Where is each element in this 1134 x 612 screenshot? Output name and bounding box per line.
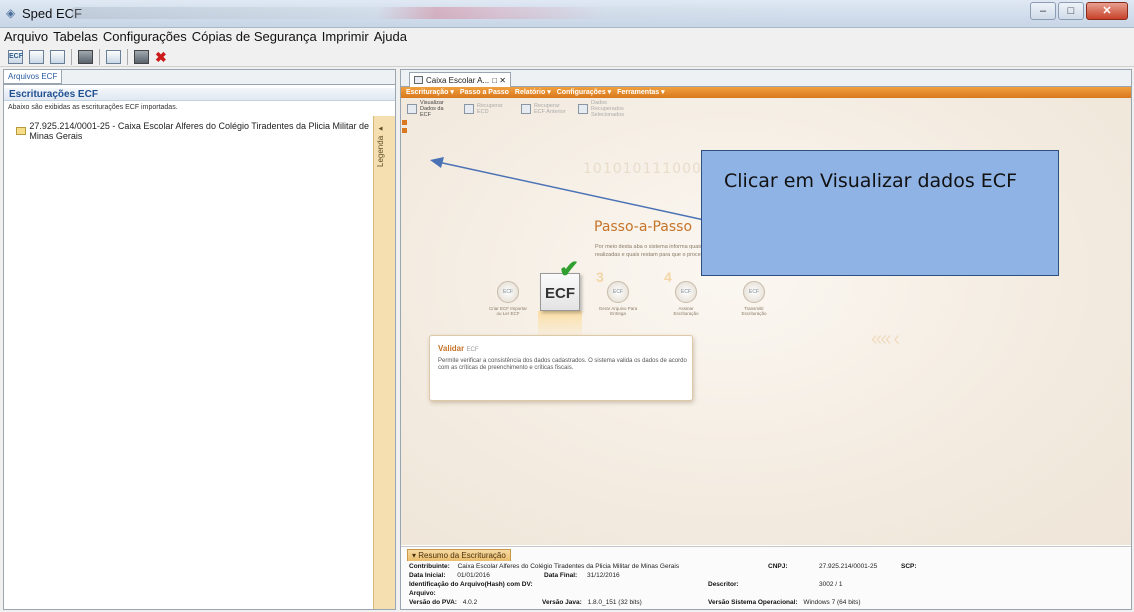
ecf-export-icon[interactable] [50, 49, 65, 64]
menu-imprimir[interactable]: Imprimir [322, 28, 369, 46]
maximize-button[interactable]: □ [1058, 2, 1084, 20]
menu-escrituracao[interactable]: Escrituração ▾ [406, 87, 454, 98]
resumo-escrituracao: ▾ Resumo da Escrituração Contribuinte: C… [401, 546, 1131, 609]
recover-ecd-icon [464, 104, 474, 114]
close-icon[interactable]: ✖ [155, 50, 167, 64]
document-icon [414, 76, 423, 84]
data-final-row: Data Final: 31/12/2016 [544, 572, 620, 579]
recuperar-ecf-anterior-button[interactable]: Recuperar ECF Anterior [521, 103, 568, 115]
transmit-icon: ECF [743, 281, 765, 303]
cnpj-row: CNPJ: [768, 563, 788, 570]
ecf-new-icon[interactable]: ECF [8, 49, 23, 64]
step-assinar[interactable]: 4 ECF Assinar Escrituração [664, 269, 706, 316]
edit-icon[interactable] [106, 49, 121, 64]
menu-relatorio[interactable]: Relatório ▾ [515, 87, 551, 98]
section-subtitle: Abaixo são exibidas as escriturações ECF… [8, 104, 178, 111]
view-data-icon [407, 104, 417, 114]
callout-box: Clicar em Visualizar dados ECF [701, 150, 1059, 276]
toolbar-separator [71, 48, 72, 65]
menu-configuracoes[interactable]: Configurações [103, 28, 187, 46]
blurred-taskbar-region [72, 7, 832, 19]
callout-text: Clicar em Visualizar dados ECF [724, 170, 1017, 192]
menu-configuracoes-rp[interactable]: Configurações ▾ [557, 87, 611, 98]
validar-description: Permite verificar a consistência dos dad… [438, 358, 687, 371]
versao-so-row: Versão Sistema Operacional: Windows 7 (6… [708, 599, 861, 606]
data-inicial-row: Data Inicial: 01/01/2016 [409, 572, 490, 579]
passo-a-passo-title: Passo-a-Passo [594, 219, 693, 235]
main-toolbar: ECF ✖ [0, 47, 1134, 67]
menu-tabelas[interactable]: Tabelas [53, 28, 98, 46]
window-controls: – □ ✕ [1030, 2, 1128, 20]
left-panel: Arquivos ECF Escriturações ECF Abaixo sã… [3, 69, 396, 610]
hash-row: Identificação do Arquivo(Hash) com DV: [409, 581, 533, 588]
toolbar-separator [99, 48, 100, 65]
scp-label: SCP: [901, 563, 917, 570]
escrituracao-menubar: Escrituração ▾ Passo a Passo Relatório ▾… [401, 87, 1131, 98]
tab-resumo-escrituracao[interactable]: ▾ Resumo da Escrituração [407, 549, 511, 561]
arquivo-label: Arquivo: [409, 590, 436, 597]
close-window-button[interactable]: ✕ [1086, 2, 1128, 20]
legend-label: Legenda ▸ [376, 124, 385, 168]
cnpj-value: 27.925.214/0001-25 [819, 563, 878, 570]
steps-row: ECF Criar ECF Importar ou Ler ECF ECF ✔ … [488, 256, 808, 341]
menu-ferramentas[interactable]: Ferramentas ▾ [617, 87, 664, 98]
descritor-label: Descritor: [708, 581, 739, 588]
create-ecf-icon: ECF [497, 281, 519, 303]
tab-arquivos-ecf[interactable]: Arquivos ECF [4, 70, 63, 84]
legend-strip[interactable]: Legenda ▸ [373, 116, 395, 609]
side-markers [402, 120, 407, 136]
menu-passo-a-passo[interactable]: Passo a Passo [460, 87, 509, 98]
validar-title: Validar ECF [438, 344, 479, 353]
step-gerar-arquivo[interactable]: 3 ECF Gerar Arquivo Para Entrega [596, 269, 638, 316]
ecf-import-icon[interactable] [29, 49, 44, 64]
recover-ecf-icon [521, 104, 531, 114]
title-bar: ◈ Sped ECF – □ ✕ [0, 0, 1134, 28]
decorative-chevrons: ‹‹‹‹ ‹ [871, 328, 900, 350]
step-criar-ecf[interactable]: ECF Criar ECF Importar ou Ler ECF [488, 281, 528, 316]
menu-bar: Arquivo Tabelas Configurações Cópias de … [0, 28, 1134, 46]
versao-java-row: Versão Java: 1.8.0_151 (32 bits) [542, 599, 642, 606]
sign-icon: ECF [675, 281, 697, 303]
section-header[interactable]: Escriturações ECF [4, 88, 395, 101]
generate-file-icon: ECF [607, 281, 629, 303]
folder-icon [16, 127, 27, 135]
report-icon[interactable] [134, 49, 149, 64]
minimize-button[interactable]: – [1030, 2, 1056, 20]
sub-toolbar: Visualizar Dados da ECF Recuperar ECD Re… [401, 98, 1131, 120]
menu-arquivo[interactable]: Arquivo [4, 28, 48, 46]
recuperar-ecd-button[interactable]: Recuperar ECD [464, 103, 511, 115]
menu-copias-seguranca[interactable]: Cópias de Segurança [192, 28, 317, 46]
step-transmitir[interactable]: ECF Transmitir Escrituração [734, 281, 774, 316]
descritor-value: 3002 / 1 [819, 581, 843, 588]
tab-close-icon[interactable]: □ ✕ [492, 76, 506, 85]
tab-caixa-escolar[interactable]: Caixa Escolar A... □ ✕ [409, 72, 511, 87]
toolbar-separator [127, 48, 128, 65]
recovered-data-icon [578, 104, 588, 114]
tab-caixa-escolar-label: Caixa Escolar A... [426, 75, 490, 85]
tree-item-label: 27.925.214/0001-25 - Caixa Escolar Alfer… [29, 121, 370, 141]
menu-ajuda[interactable]: Ajuda [374, 28, 407, 46]
right-tabstrip: Caixa Escolar A... □ ✕ [401, 70, 1131, 87]
app-icon: ◈ [6, 6, 16, 20]
validar-info-box: Validar ECF Permite verificar a consistê… [429, 335, 693, 401]
section-header-label: Escriturações ECF [9, 89, 98, 100]
tree-item-escrituracao[interactable]: 27.925.214/0001-25 - Caixa Escolar Alfer… [16, 121, 395, 141]
binary-background-text: 1010101110001 [583, 161, 712, 177]
visualizar-dados-button[interactable]: Visualizar Dados da ECF [407, 100, 454, 118]
delete-icon[interactable] [78, 49, 93, 64]
checkmark-icon: ✔ [559, 256, 580, 283]
dados-recuperados-button[interactable]: Dados Recuperados Selecionados [578, 100, 625, 118]
contribuinte-row: Contribuinte: Caixa Escolar Alferes do C… [409, 563, 680, 570]
versao-pva-row: Versão do PVA: 4.0.2 [409, 599, 478, 606]
left-tabstrip: Arquivos ECF [4, 70, 395, 85]
